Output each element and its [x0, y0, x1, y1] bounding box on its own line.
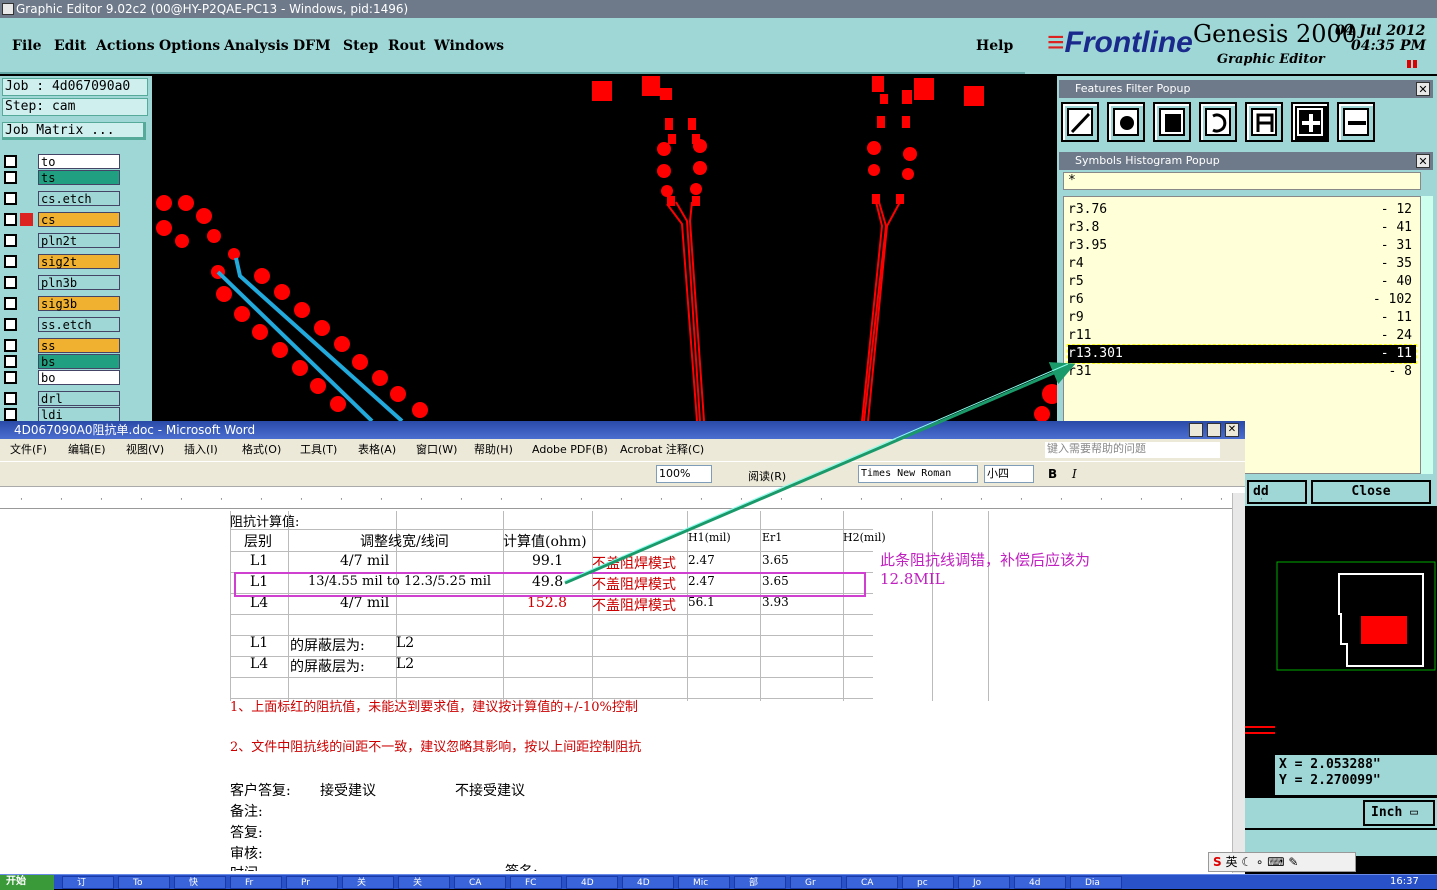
- taskbar-item[interactable]: 4d: [1014, 876, 1066, 889]
- taskbar: 开始 订 To 快 Fr Pr 关关 CA FC 4D 4D Mic 部 Gr CA pc Jo 4d Dia 1…: [0, 874, 1437, 890]
- taskbar-item[interactable]: Jo: [958, 876, 1010, 889]
- taskbar-item[interactable]: 4D: [622, 876, 674, 889]
- taskbar-item[interactable]: 部: [734, 876, 786, 889]
- taskbar-item[interactable]: Fr: [230, 876, 282, 889]
- taskbar-item[interactable]: Gr: [790, 876, 842, 889]
- taskbar-item[interactable]: Dia: [1070, 876, 1122, 889]
- taskbar-item[interactable]: CA: [846, 876, 898, 889]
- taskbar-item[interactable]: 快: [174, 876, 226, 889]
- ime-bar[interactable]: S 英 ☾ ∘ ⌨ ✎: [1208, 852, 1356, 872]
- taskbar-item[interactable]: FC: [510, 876, 562, 889]
- taskbar-item[interactable]: pc: [902, 876, 954, 889]
- taskbar-item[interactable]: Pr: [286, 876, 338, 889]
- taskbar-item[interactable]: 4D: [566, 876, 618, 889]
- taskbar-item[interactable]: Mic: [678, 876, 730, 889]
- start-button[interactable]: 开始: [0, 875, 54, 890]
- taskbar-item[interactable]: To: [118, 876, 170, 889]
- taskbar-item[interactable]: 关: [398, 876, 450, 889]
- taskbar-item[interactable]: 关: [342, 876, 394, 889]
- taskbar-item[interactable]: 订: [62, 876, 114, 889]
- pointer-arrow: [564, 362, 1076, 585]
- taskbar-item[interactable]: CA: [454, 876, 506, 889]
- clock: 16:37: [1390, 876, 1419, 887]
